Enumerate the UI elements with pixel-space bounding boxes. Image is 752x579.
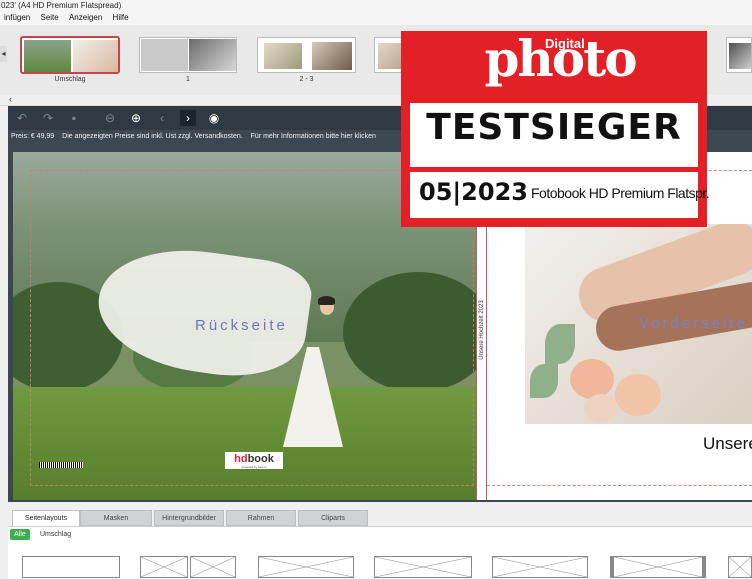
zoom-out-icon[interactable]: ⊖ bbox=[102, 110, 118, 126]
thumb-page-2-3-label: 2 - 3 bbox=[299, 76, 314, 83]
tab-backgrounds[interactable]: Hintergrundbilder bbox=[154, 510, 224, 526]
thumb-page-last[interactable] bbox=[726, 37, 752, 73]
prev-page-icon[interactable]: ‹ bbox=[154, 110, 170, 126]
placeholder-cross-icon bbox=[729, 557, 751, 577]
menu-insert[interactable]: infügen bbox=[4, 13, 30, 22]
placeholder-cross-icon bbox=[614, 557, 702, 577]
redo-icon[interactable]: ↷ bbox=[40, 110, 56, 126]
thumb-page-1-image bbox=[189, 39, 236, 71]
menu-page[interactable]: Seite bbox=[40, 13, 58, 22]
thumb-cover-front-image bbox=[73, 40, 118, 72]
asset-tabs: Seitenlayouts Masken Hintergrundbilder R… bbox=[8, 510, 752, 526]
thumb-page-2-3[interactable] bbox=[257, 37, 356, 73]
window-title: 023' (A4 HD Premium Flatspread) bbox=[0, 0, 752, 11]
placeholder-cross-icon bbox=[191, 557, 235, 577]
layout-thumb[interactable] bbox=[610, 556, 706, 578]
tab-cliparts[interactable]: Cliparts bbox=[298, 510, 368, 526]
logo-book: book bbox=[247, 453, 274, 465]
zoom-in-icon[interactable]: ⊕ bbox=[128, 110, 144, 126]
spine-text: Unsere Hochzeit 2023 bbox=[479, 300, 485, 360]
filter-cover-button[interactable]: Umschlag bbox=[40, 529, 71, 540]
preview-eye-icon[interactable]: ◉ bbox=[206, 110, 222, 126]
thumb-cover-back-image bbox=[24, 40, 71, 72]
filter-all-button[interactable]: Alle bbox=[10, 529, 30, 540]
price-info: Die angezeigten Preise sind inkl. Ust zz… bbox=[62, 133, 243, 140]
hdbook-logo: hdbook powered by Saxoo bbox=[225, 452, 283, 469]
layout-thumb[interactable] bbox=[492, 556, 588, 578]
badge-award-text: TESTSIEGER bbox=[426, 107, 682, 148]
menu-bar: infügen Seite Anzeigen Hilfe bbox=[0, 11, 752, 25]
placeholder-cross-icon bbox=[493, 557, 587, 577]
price-label: Preis: € 49,99 bbox=[11, 133, 55, 140]
front-cover-title[interactable]: Unsere bbox=[703, 434, 752, 454]
thumb-page-2-image bbox=[264, 43, 302, 69]
thumb-page-3-image bbox=[312, 42, 352, 70]
next-page-icon[interactable]: › bbox=[180, 110, 196, 126]
placeholder-cross-icon bbox=[375, 557, 471, 577]
layout-thumb[interactable] bbox=[258, 556, 354, 578]
front-cover-label: Vorderseite bbox=[639, 315, 748, 332]
layout-thumb[interactable] bbox=[728, 556, 752, 578]
save-icon[interactable]: ▪ bbox=[66, 110, 82, 126]
layout-thumb[interactable] bbox=[140, 556, 188, 578]
thumb-page-1-blank bbox=[141, 39, 188, 71]
thumb-page-4-image bbox=[378, 43, 402, 69]
tab-masks[interactable]: Masken bbox=[80, 510, 152, 526]
thumb-page-1-label: 1 bbox=[186, 76, 190, 83]
layout-thumb[interactable] bbox=[374, 556, 472, 578]
layout-thumb[interactable] bbox=[22, 556, 120, 578]
thumb-page-1[interactable] bbox=[139, 37, 237, 73]
badge-product: Fotobook HD Premium Flatspr. bbox=[531, 185, 710, 201]
thumb-page-4-5[interactable] bbox=[374, 37, 404, 73]
chevron-left-icon[interactable]: ‹ bbox=[9, 94, 12, 104]
price-more-link[interactable]: Für mehr Informationen bitte hier klicke… bbox=[251, 133, 376, 140]
badge-brand-top: Digital bbox=[545, 36, 585, 51]
menu-help[interactable]: Hilfe bbox=[113, 13, 129, 22]
back-cover-label: Rückseite bbox=[195, 317, 288, 334]
logo-tagline: powered by Saxoo bbox=[241, 465, 267, 469]
tab-page-layouts[interactable]: Seitenlayouts bbox=[12, 510, 80, 526]
thumb-cover-label: Umschlag bbox=[54, 76, 86, 83]
placeholder-cross-icon bbox=[141, 557, 187, 577]
thumb-page-last-image bbox=[729, 43, 751, 69]
tab-frames[interactable]: Rahmen bbox=[226, 510, 296, 526]
barcode bbox=[39, 462, 83, 468]
strip-scroll-left-icon[interactable]: ◂ bbox=[0, 46, 7, 62]
undo-icon[interactable]: ↶ bbox=[14, 110, 30, 126]
thumb-cover[interactable] bbox=[20, 36, 120, 74]
menu-view[interactable]: Anzeigen bbox=[69, 13, 102, 22]
layout-thumb[interactable] bbox=[190, 556, 236, 578]
logo-hd: hd bbox=[234, 453, 248, 465]
placeholder-cross-icon bbox=[259, 557, 353, 577]
badge-issue: 05|2023 bbox=[419, 178, 528, 206]
